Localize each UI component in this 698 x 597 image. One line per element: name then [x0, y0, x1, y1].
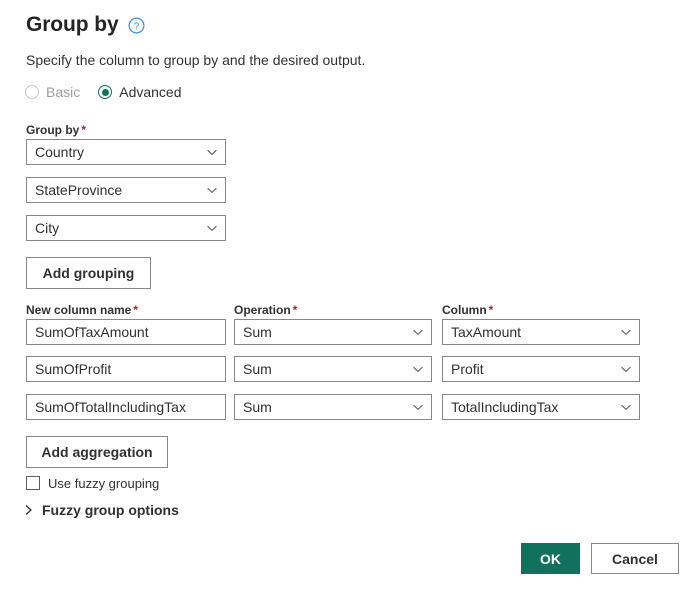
column-dropdown-1[interactable]: TaxAmount — [442, 319, 640, 345]
column-header-text: Column — [442, 303, 487, 317]
operation-dropdown-1-value: Sum — [243, 324, 272, 340]
new-column-name-input-1[interactable]: SumOfTaxAmount — [26, 319, 226, 345]
radio-basic-mark — [25, 85, 39, 99]
new-column-name-input-2-value: SumOfProfit — [35, 361, 112, 377]
group-by-required-marker: * — [81, 123, 87, 137]
add-grouping-button[interactable]: Add grouping — [26, 257, 151, 289]
table-row: SumOfTaxAmount Sum TaxAmount — [0, 319, 698, 345]
group-by-dropdown-3[interactable]: City — [26, 215, 226, 241]
chevron-down-icon — [620, 326, 632, 338]
new-column-name-input-2[interactable]: SumOfProfit — [26, 356, 226, 382]
new-column-name-input-1-value: SumOfTaxAmount — [35, 324, 149, 340]
radio-advanced[interactable]: Advanced — [98, 84, 182, 100]
operation-required-marker: * — [292, 303, 298, 317]
chevron-down-icon — [412, 326, 424, 338]
chevron-down-icon — [206, 222, 218, 234]
operation-dropdown-1[interactable]: Sum — [234, 319, 432, 345]
table-row: SumOfTotalIncludingTax Sum TotalIncludin… — [0, 394, 698, 420]
new-column-name-header: New column name * — [26, 303, 138, 317]
radio-advanced-label: Advanced — [119, 84, 182, 100]
operation-dropdown-3[interactable]: Sum — [234, 394, 432, 420]
chevron-down-icon — [412, 363, 424, 375]
group-by-label: Group by * — [26, 123, 86, 137]
chevron-down-icon — [206, 146, 218, 158]
dialog-subtitle: Specify the column to group by and the d… — [26, 52, 366, 68]
radio-basic-label: Basic — [46, 84, 81, 100]
checkbox-box — [26, 476, 40, 490]
new-column-name-header-text: New column name — [26, 303, 132, 317]
add-aggregation-button[interactable]: Add aggregation — [26, 436, 168, 468]
ok-button[interactable]: OK — [521, 543, 580, 574]
radio-advanced-mark — [98, 85, 113, 99]
fuzzy-group-options-expander[interactable]: Fuzzy group options — [24, 503, 179, 517]
group-by-dropdown-2[interactable]: StateProvince — [26, 177, 226, 203]
use-fuzzy-grouping-label: Use fuzzy grouping — [48, 475, 160, 491]
column-required-marker: * — [488, 303, 494, 317]
group-by-dropdown-2-value: StateProvince — [35, 182, 123, 198]
svg-text:?: ? — [133, 21, 139, 32]
table-row: SumOfProfit Sum Profit — [0, 356, 698, 382]
group-by-dropdown-1-value: Country — [35, 144, 85, 160]
column-dropdown-3[interactable]: TotalIncludingTax — [442, 394, 640, 420]
operation-dropdown-3-value: Sum — [243, 399, 272, 415]
chevron-down-icon — [620, 363, 632, 375]
column-dropdown-1-value: TaxAmount — [451, 324, 522, 340]
column-header: Column * — [442, 303, 493, 317]
help-circle-icon[interactable]: ? — [128, 17, 145, 34]
column-dropdown-2[interactable]: Profit — [442, 356, 640, 382]
operation-dropdown-2-value: Sum — [243, 361, 272, 377]
chevron-down-icon — [620, 401, 632, 413]
operation-header-text: Operation — [234, 303, 291, 317]
new-column-name-input-3-value: SumOfTotalIncludingTax — [35, 399, 186, 415]
radio-basic[interactable]: Basic — [25, 85, 80, 99]
group-by-label-text: Group by — [26, 123, 80, 137]
chevron-down-icon — [412, 401, 424, 413]
use-fuzzy-grouping-checkbox[interactable]: Use fuzzy grouping — [26, 476, 159, 490]
group-by-dropdown-1[interactable]: Country — [26, 139, 226, 165]
new-column-name-required-marker: * — [133, 303, 139, 317]
operation-dropdown-2[interactable]: Sum — [234, 356, 432, 382]
cancel-button[interactable]: Cancel — [591, 543, 679, 574]
group-by-dialog: Group by ? Specify the column to group b… — [0, 0, 698, 597]
column-dropdown-2-value: Profit — [451, 361, 484, 377]
column-dropdown-3-value: TotalIncludingTax — [451, 399, 559, 415]
new-column-name-input-3[interactable]: SumOfTotalIncludingTax — [26, 394, 226, 420]
group-by-dropdown-3-value: City — [35, 220, 60, 236]
chevron-down-icon — [206, 184, 218, 196]
fuzzy-group-options-label: Fuzzy group options — [42, 502, 179, 518]
mode-radio-group: Basic Advanced — [25, 85, 182, 99]
chevron-right-icon — [24, 504, 34, 516]
page-title: Group by — [26, 13, 119, 36]
dialog-header: Group by ? — [26, 14, 145, 35]
operation-header: Operation * — [234, 303, 297, 317]
